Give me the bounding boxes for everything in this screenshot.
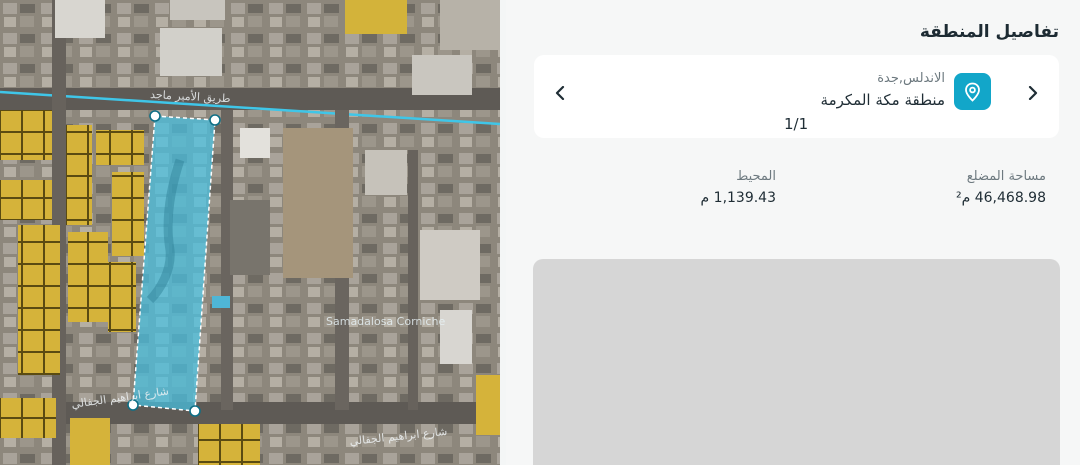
building — [412, 55, 472, 95]
building — [230, 200, 270, 275]
map-view[interactable]: طريق الأمير ماجد شارع ابراهيم الجفالي شا… — [0, 0, 500, 465]
yellow-parcels-mid — [66, 125, 92, 225]
vertex-handle[interactable] — [149, 110, 161, 122]
panel-title: تفاصيل المنطقة — [919, 22, 1059, 42]
next-button[interactable] — [1023, 81, 1043, 105]
yellow-parcels-mid — [108, 262, 136, 332]
yellow-parcels-bottom — [70, 418, 110, 465]
building — [160, 28, 222, 76]
perimeter-label: المحيط — [736, 169, 776, 184]
chevron-left-icon — [555, 86, 565, 100]
building — [170, 0, 225, 20]
location-region: منطقة مكة المكرمة — [820, 91, 945, 109]
image-placeholder — [533, 259, 1060, 465]
location-pin-badge — [954, 73, 991, 110]
details-panel: تفاصيل المنطقة الاندلس,جدة منطقة مكة الم… — [506, 0, 1080, 465]
pager-indicator: 1/1 — [784, 115, 809, 133]
yellow-parcels-left — [0, 110, 52, 160]
polygon-area-value: 46,468.98 م² — [955, 190, 1046, 206]
building — [365, 150, 407, 195]
previous-button[interactable] — [550, 81, 570, 105]
building — [240, 128, 270, 158]
yellow-parcels-left — [18, 225, 60, 375]
vertex-handle[interactable] — [189, 405, 201, 417]
yellow-parcel-top — [345, 0, 407, 34]
polygon-area-label: مساحة المضلع — [966, 169, 1046, 184]
perimeter-value: 1,139.43 م — [700, 190, 776, 206]
yellow-parcels-right — [476, 375, 500, 435]
vertex-handle[interactable] — [209, 114, 221, 126]
empty-lot — [283, 128, 353, 278]
area-label: Samadalosa Corniche — [326, 315, 445, 328]
building — [420, 230, 480, 300]
yellow-parcels-bottom — [0, 398, 56, 438]
road-vertical-far-right — [408, 150, 418, 410]
yellow-parcels-mid — [68, 232, 108, 322]
building — [55, 0, 105, 38]
location-card: الاندلس,جدة منطقة مكة المكرمة 1/1 — [534, 55, 1059, 138]
yellow-parcels-bottom — [198, 424, 260, 465]
building — [440, 0, 500, 50]
yellow-parcels-mid — [112, 172, 144, 256]
satellite-map[interactable]: طريق الأمير ماجد شارع ابراهيم الجفالي شا… — [0, 0, 500, 465]
yellow-parcels-mid — [96, 130, 144, 165]
location-pin-icon — [965, 82, 980, 102]
location-district-city: الاندلس,جدة — [877, 71, 945, 86]
pool — [212, 296, 230, 308]
yellow-parcels-left — [0, 180, 52, 220]
chevron-right-icon — [1028, 86, 1038, 100]
